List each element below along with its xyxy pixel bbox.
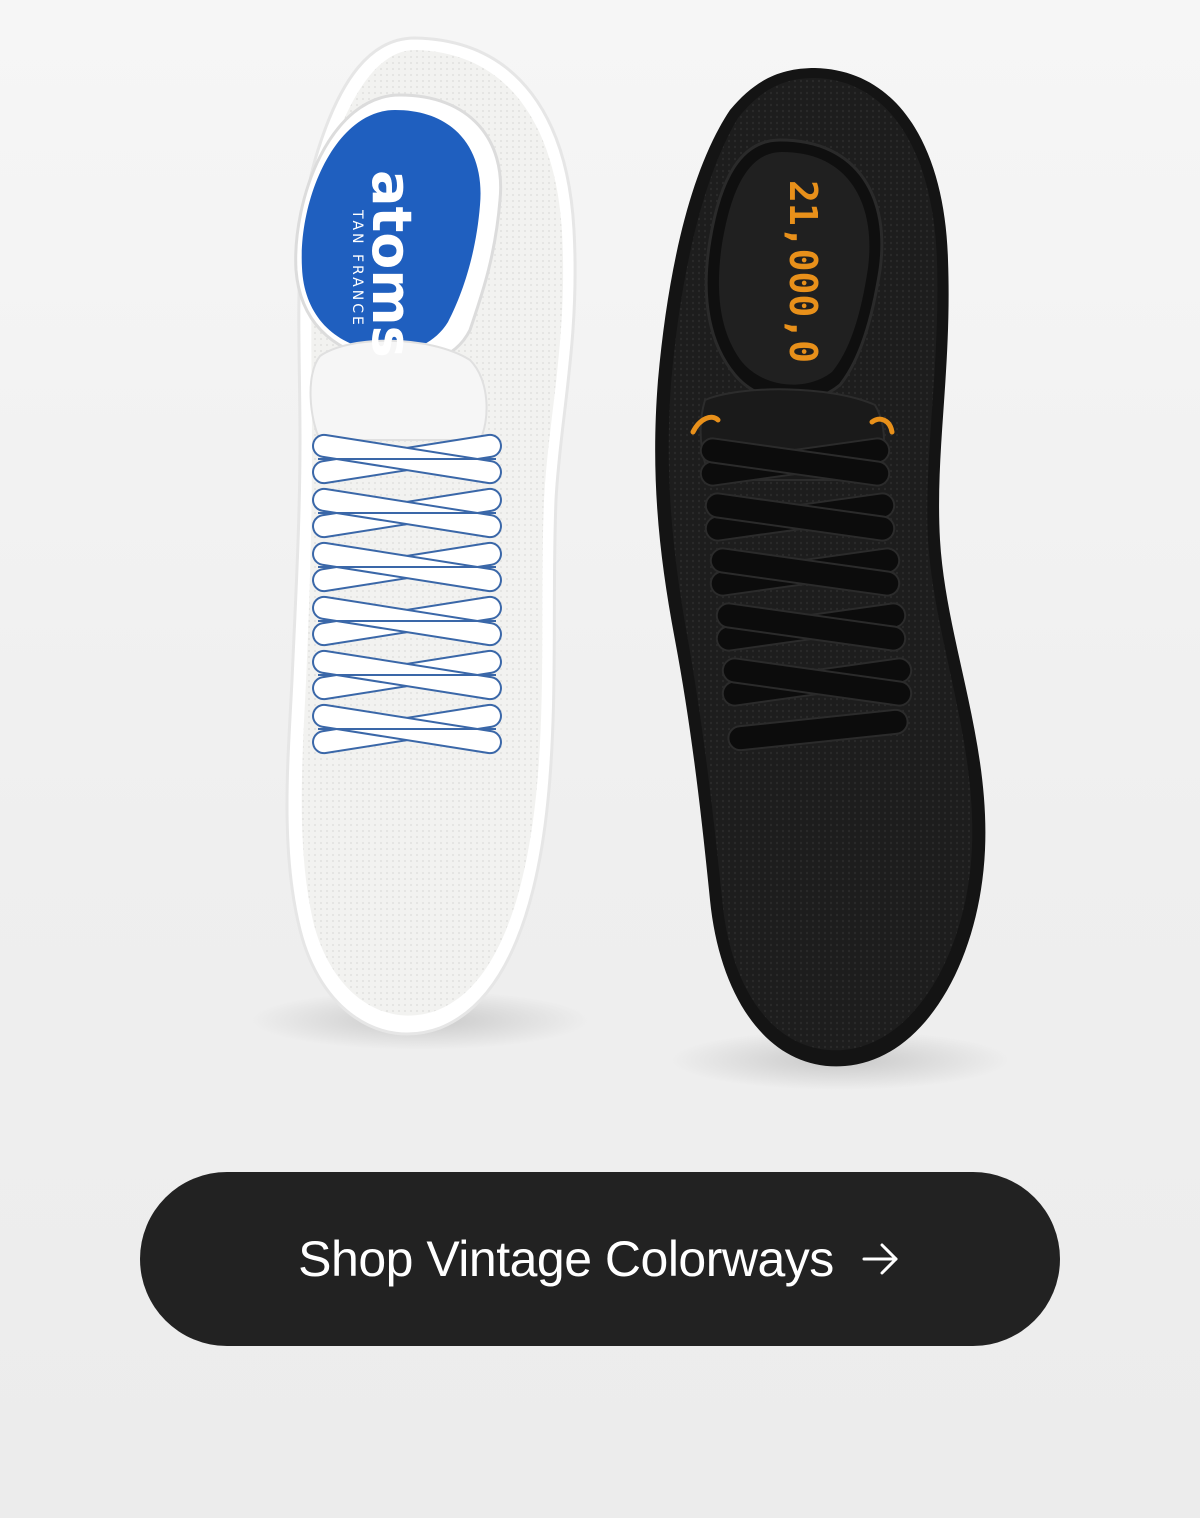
black-sneaker: 21,000,0 xyxy=(655,68,986,1067)
product-hero: atoms TAN FRANCE 21,000,0 xyxy=(0,0,1200,1130)
insole-brand-text: atoms xyxy=(360,170,423,358)
insole-subtitle-text: TAN FRANCE xyxy=(349,209,365,328)
shop-vintage-colorways-button[interactable]: Shop Vintage Colorways xyxy=(140,1172,1060,1346)
shoes-illustration: atoms TAN FRANCE 21,000,0 xyxy=(250,36,1010,1090)
white-sneaker: atoms TAN FRANCE xyxy=(285,36,577,1036)
arrow-right-icon xyxy=(860,1238,902,1280)
cta-label: Shop Vintage Colorways xyxy=(298,1231,834,1287)
insole-print-text: 21,000,0 xyxy=(781,180,825,363)
